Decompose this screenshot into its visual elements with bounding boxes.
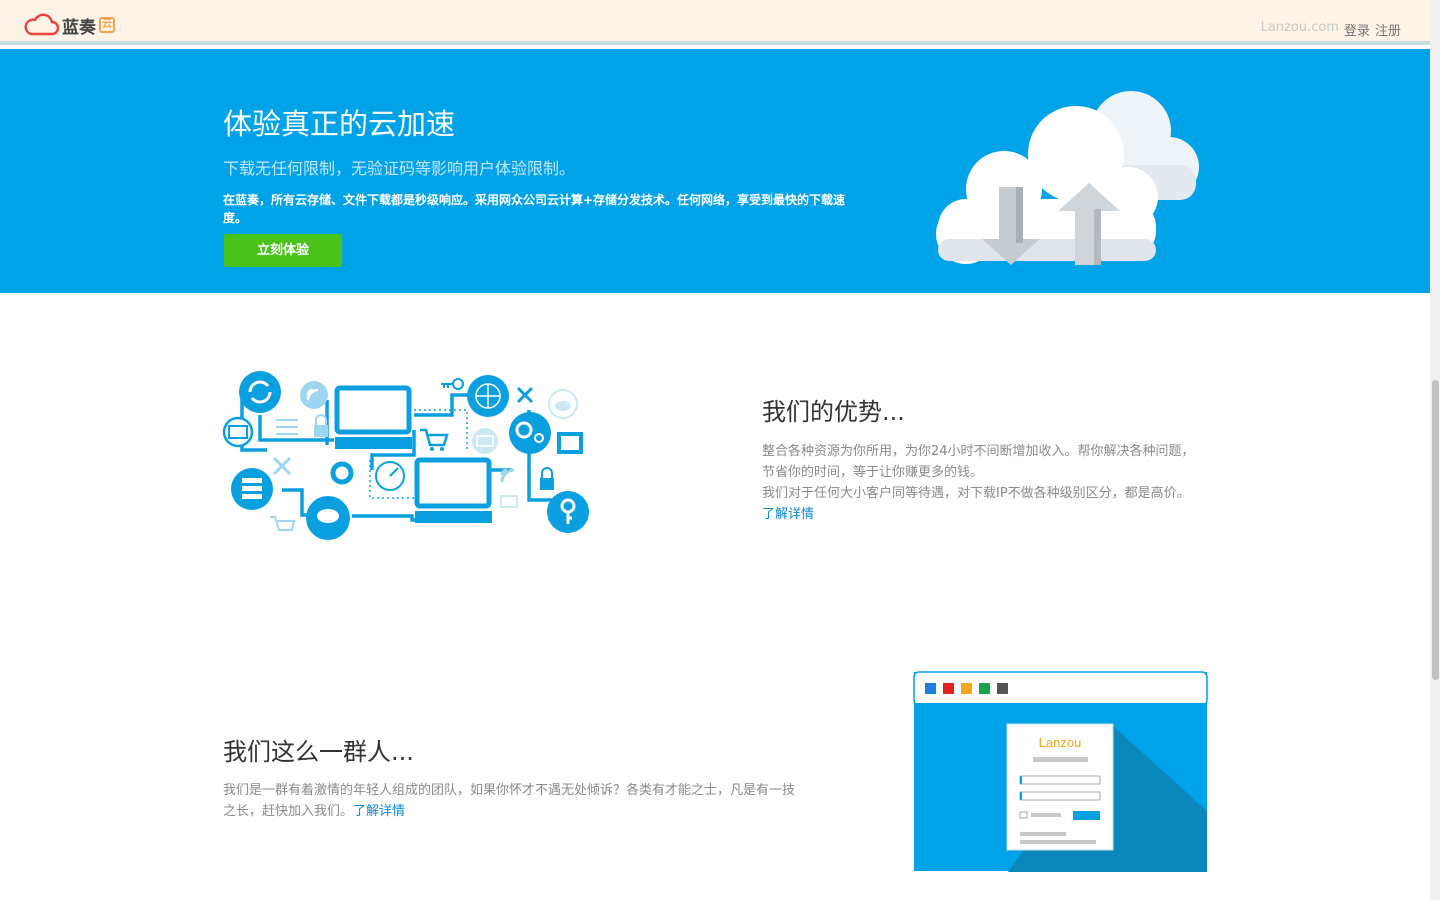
login-button-mock xyxy=(1073,811,1100,820)
network-services-illustration xyxy=(222,371,589,540)
monitor-icon xyxy=(414,457,492,523)
mail-light-icon xyxy=(472,428,498,454)
refresh-circle-icon xyxy=(239,371,281,413)
server-circle-icon xyxy=(231,468,273,510)
site-logo[interactable]: 蓝奏 云 xyxy=(22,12,115,38)
advantages-learn-more-link[interactable]: 了解详情 xyxy=(762,507,814,522)
browser-login-illustration: Lanzou xyxy=(913,671,1208,872)
site-domain: Lanzou.com xyxy=(1260,20,1339,35)
settings-circle-icon xyxy=(509,412,551,454)
login-link[interactable]: 登录 xyxy=(1344,20,1370,39)
username-field-mock xyxy=(1019,775,1101,785)
lock-blue-icon xyxy=(540,467,554,490)
rss-icon xyxy=(300,381,328,409)
browser-dot-5 xyxy=(997,683,1008,694)
cloud-small-icon xyxy=(548,389,578,419)
sliders-icon xyxy=(276,419,298,435)
hero-title: 体验真正的云加速 xyxy=(223,107,456,141)
hero-subtitle: 下载无任何限制，无验证码等影响用户体验限制。 xyxy=(223,159,576,178)
logo-badge: 云 xyxy=(99,17,115,33)
wifi-icon xyxy=(500,468,515,483)
gauge-icon xyxy=(375,461,405,491)
password-field-mock xyxy=(1019,791,1101,801)
cloud-logo-icon xyxy=(24,13,60,36)
advantages-line-2-text: 我们对于任何大小客户同等待遇，对下载IP不做各种级别区分，都是高价。 xyxy=(762,486,1190,501)
laptop-icon xyxy=(334,385,412,449)
hero-description: 在蓝奏，所有云存储、文件下载都是秒级响应。采用网众公司云计算+存储分发技术。任何… xyxy=(223,193,846,225)
memory-card-icon xyxy=(557,432,583,454)
top-bar: 蓝奏 云 Lanzou.com 登录 注册 xyxy=(0,0,1430,45)
key-small-icon xyxy=(441,378,464,390)
mail-circle-icon xyxy=(222,416,254,448)
team-title: 我们这么一群人... xyxy=(223,738,414,766)
cart-icon xyxy=(420,428,449,451)
login-card-brand: Lanzou xyxy=(1039,735,1082,750)
browser-dot-2 xyxy=(943,683,954,694)
gear-icon xyxy=(330,461,354,485)
envelope-light-icon xyxy=(500,495,518,508)
browser-dot-4 xyxy=(979,683,990,694)
logo-text: 蓝奏 xyxy=(62,17,96,38)
try-now-button[interactable]: 立刻体验 xyxy=(224,234,342,267)
advantages-body: 整合各种资源为你所用，为你24小时不间断增加收入。帮你解决各种问题，节省你的时间… xyxy=(762,441,1202,525)
advantages-line-1: 整合各种资源为你所用，为你24小时不间断增加收入。帮你解决各种问题，节省你的时间… xyxy=(762,444,1195,480)
cloud-upload-download-illustration xyxy=(936,91,1199,265)
hero-banner: 体验真正的云加速 下载无任何限制，无验证码等影响用户体验限制。 在蓝奏，所有云存… xyxy=(0,49,1430,293)
cloud-circle-icon xyxy=(306,496,350,540)
advantages-title: 我们的优势... xyxy=(762,398,905,426)
advantages-line-2: 我们对于任何大小客户同等待遇，对下载IP不做各种级别区分，都是高价。了解详情 xyxy=(762,483,1202,525)
key-circle-icon xyxy=(547,491,589,533)
browser-dot-3 xyxy=(961,683,972,694)
team-body: 我们是一群有着激情的年轻人组成的团队，如果你怀才不遇无处倾诉？各类有才能之士，凡… xyxy=(223,780,803,822)
scrollbar-thumb[interactable] xyxy=(1432,380,1439,680)
register-link[interactable]: 注册 xyxy=(1375,20,1401,39)
top-nav: Lanzou.com 登录 注册 xyxy=(1261,20,1401,39)
lock-icon xyxy=(314,414,328,437)
tools-icon xyxy=(516,386,534,404)
cart-light-icon xyxy=(270,516,296,531)
wrench-icon xyxy=(272,456,292,476)
browser-dot-1 xyxy=(925,683,936,694)
team-body-text: 我们是一群有着激情的年轻人组成的团队，如果你怀才不遇无处倾诉？各类有才能之士，凡… xyxy=(223,783,796,819)
team-learn-more-link[interactable]: 了解详情 xyxy=(353,804,405,819)
globe-icon xyxy=(467,375,509,417)
